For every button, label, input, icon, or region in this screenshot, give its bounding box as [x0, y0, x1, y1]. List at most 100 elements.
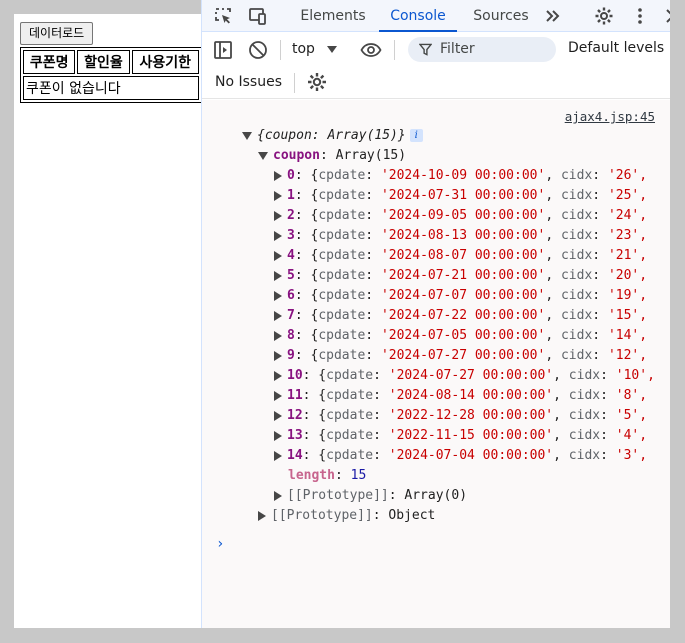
- array-item-row[interactable]: 0: {cpdate: '2024-10-09 00:00:00', cidx:…: [274, 166, 647, 186]
- tab-elements[interactable]: Elements: [294, 0, 372, 32]
- separator: ,: [553, 408, 569, 423]
- cidx-key: cidx: [560, 208, 593, 223]
- tab-sources[interactable]: Sources: [466, 0, 536, 32]
- array-item-row[interactable]: 7: {cpdate: '2024-07-22 00:00:00', cidx:…: [274, 306, 647, 326]
- array-index: 7: [287, 308, 295, 323]
- cpdate-value: '2024-07-27 00:00:00': [380, 348, 546, 363]
- key-colon: :: [365, 348, 381, 363]
- coupon-key: coupon: [273, 148, 320, 163]
- log-levels-select[interactable]: Default levels: [568, 40, 670, 56]
- expand-triangle-icon[interactable]: [274, 290, 282, 301]
- key-colon: : {: [302, 448, 327, 463]
- toolbar-divider: [280, 40, 281, 60]
- key-colon: :: [334, 468, 351, 483]
- close-icon[interactable]: [663, 6, 670, 26]
- expand-triangle-icon[interactable]: [274, 390, 282, 401]
- cpdate-value: '2022-12-28 00:00:00': [388, 408, 554, 423]
- console-settings-gear-icon[interactable]: [306, 71, 328, 93]
- context-select[interactable]: top: [292, 40, 338, 58]
- cidx-value: '23',: [607, 228, 648, 243]
- devtools-panel: Elements Console Sources top Filter Defa…: [201, 0, 670, 628]
- expand-triangle-icon[interactable]: [274, 310, 282, 321]
- cpdate-key: cpdate: [318, 168, 366, 183]
- logged-object-summary[interactable]: {coupon: Array(15)} i: [242, 126, 423, 146]
- key-colon: :: [600, 408, 616, 423]
- object-prototype-value: Object: [388, 508, 436, 523]
- array-item-row[interactable]: 11: {cpdate: '2024-08-14 00:00:00', cidx…: [274, 386, 647, 406]
- cpdate-value: '2024-08-13 00:00:00': [380, 228, 546, 243]
- array-item-row[interactable]: 3: {cpdate: '2024-08-13 00:00:00', cidx:…: [274, 226, 647, 246]
- key-colon: :: [365, 328, 381, 343]
- separator: ,: [553, 388, 569, 403]
- expand-triangle-icon[interactable]: [274, 430, 282, 441]
- issues-counter[interactable]: No Issues: [215, 74, 282, 90]
- array-item-row[interactable]: 10: {cpdate: '2024-07-27 00:00:00', cidx…: [274, 366, 655, 386]
- cidx-key: cidx: [568, 408, 601, 423]
- coupon-table-header-row: 쿠폰명 할인율 사용기한: [23, 50, 199, 74]
- key-colon: :: [373, 448, 389, 463]
- cidx-key: cidx: [568, 368, 601, 383]
- object-prototype-property[interactable]: [[Prototype]]: Object: [258, 506, 435, 526]
- array-item-row[interactable]: 6: {cpdate: '2024-07-07 00:00:00', cidx:…: [274, 286, 647, 306]
- cidx-value: '10',: [615, 368, 655, 383]
- object-summary-text: {coupon: Array(15)}: [257, 128, 406, 143]
- array-item-row[interactable]: 9: {cpdate: '2024-07-27 00:00:00', cidx:…: [274, 346, 647, 366]
- expand-triangle-icon[interactable]: [274, 190, 282, 201]
- expand-triangle-icon[interactable]: [274, 230, 282, 241]
- array-index: 1: [287, 188, 295, 203]
- expand-triangle-icon[interactable]: [274, 330, 282, 341]
- cpdate-key: cpdate: [318, 228, 366, 243]
- expand-triangle-icon[interactable]: [274, 490, 282, 501]
- filter-input[interactable]: Filter: [408, 37, 556, 62]
- key-colon: :: [592, 248, 608, 263]
- expand-triangle-icon[interactable]: [274, 210, 282, 221]
- expand-triangle-icon[interactable]: [274, 370, 282, 381]
- array-item-row[interactable]: 5: {cpdate: '2024-07-21 00:00:00', cidx:…: [274, 266, 647, 286]
- array-item-row[interactable]: 1: {cpdate: '2024-07-31 00:00:00', cidx:…: [274, 186, 647, 206]
- data-load-button[interactable]: 데이터로드: [20, 22, 94, 45]
- expand-triangle-icon[interactable]: [274, 250, 282, 261]
- key-colon: : {: [294, 328, 319, 343]
- expand-triangle-icon[interactable]: [258, 151, 268, 160]
- array-item-row[interactable]: 13: {cpdate: '2022-11-15 00:00:00', cidx…: [274, 426, 647, 446]
- key-colon: :: [600, 388, 616, 403]
- key-colon: :: [592, 328, 608, 343]
- expand-triangle-icon[interactable]: [274, 450, 282, 461]
- array-item-row[interactable]: 12: {cpdate: '2022-12-28 00:00:00', cidx…: [274, 406, 647, 426]
- coupon-property[interactable]: coupon: Array(15): [258, 146, 406, 166]
- key-colon: : {: [294, 208, 319, 223]
- array-prototype-property[interactable]: [[Prototype]]: Array(0): [274, 486, 467, 506]
- array-item-row[interactable]: 2: {cpdate: '2024-09-05 00:00:00', cidx:…: [274, 206, 647, 226]
- source-link[interactable]: ajax4.jsp:45: [565, 109, 655, 124]
- inspect-element-icon[interactable]: [213, 6, 233, 26]
- empty-message: 쿠폰이 없습니다: [23, 76, 199, 100]
- cpdate-key: cpdate: [318, 348, 366, 363]
- key-colon: :: [592, 228, 608, 243]
- sidebar-toggle-icon[interactable]: [212, 39, 234, 61]
- double-chevron-right-icon[interactable]: [543, 6, 563, 26]
- expand-triangle-icon[interactable]: [242, 131, 252, 140]
- array-item-row[interactable]: 8: {cpdate: '2024-07-05 00:00:00', cidx:…: [274, 326, 647, 346]
- clear-console-icon[interactable]: [247, 39, 269, 61]
- devtools-tabbar: Elements Console Sources: [202, 0, 670, 32]
- console-prompt[interactable]: ›: [216, 536, 224, 552]
- expand-triangle-icon[interactable]: [258, 510, 266, 521]
- info-icon[interactable]: i: [409, 129, 423, 142]
- array-item-row[interactable]: 4: {cpdate: '2024-08-07 00:00:00', cidx:…: [274, 246, 647, 266]
- more-vertical-icon[interactable]: [630, 6, 650, 26]
- gear-icon[interactable]: [594, 6, 614, 26]
- device-toolbar-icon[interactable]: [248, 6, 268, 26]
- expand-triangle-icon[interactable]: [274, 350, 282, 361]
- tab-console[interactable]: Console: [379, 0, 457, 32]
- expand-triangle-icon[interactable]: [274, 270, 282, 281]
- cpdate-key: cpdate: [318, 288, 366, 303]
- separator: ,: [545, 168, 561, 183]
- expand-triangle-icon[interactable]: [274, 170, 282, 181]
- separator: ,: [545, 328, 561, 343]
- filter-placeholder: Filter: [440, 41, 475, 57]
- eye-icon[interactable]: [360, 39, 382, 61]
- key-colon: :: [373, 388, 389, 403]
- array-item-row[interactable]: 14: {cpdate: '2024-07-04 00:00:00', cidx…: [274, 446, 647, 466]
- expand-triangle-icon[interactable]: [274, 410, 282, 421]
- console-output: ajax4.jsp:45 {coupon: Array(15)} i coupon…: [202, 100, 670, 628]
